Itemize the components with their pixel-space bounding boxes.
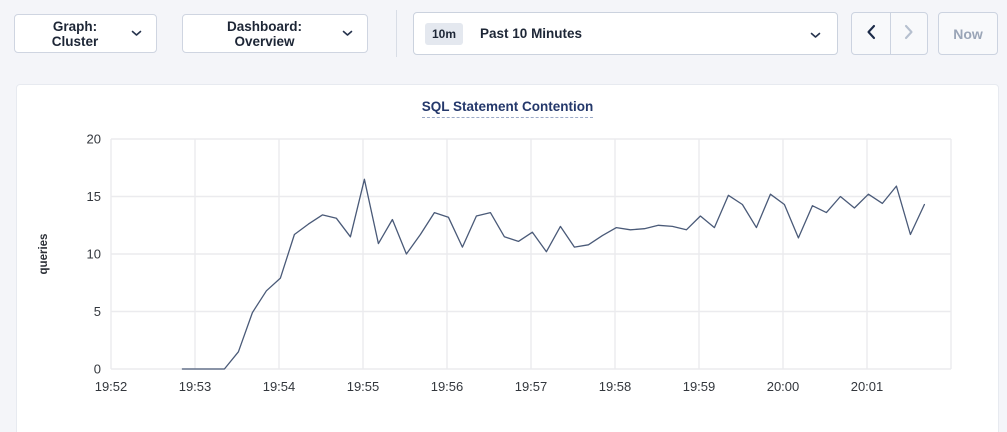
dashboard-screen: Graph: Cluster Dashboard: Overview 10m P… — [0, 0, 1007, 432]
x-tick-label: 19:54 — [263, 379, 296, 394]
x-tick-label: 19:58 — [599, 379, 632, 394]
y-tick-label: 15 — [87, 189, 101, 204]
time-range-badge: 10m — [425, 23, 463, 45]
chevron-down-icon — [342, 30, 353, 37]
time-range-selector[interactable]: 10m Past 10 Minutes — [413, 12, 838, 55]
chevron-down-icon — [810, 32, 821, 39]
x-tick-label: 19:55 — [347, 379, 380, 394]
x-tick-label: 19:57 — [515, 379, 548, 394]
y-tick-label: 0 — [94, 362, 101, 377]
chevron-left-icon — [866, 24, 876, 43]
x-tick-label: 20:00 — [767, 379, 800, 394]
sql-contention-line-chart[interactable]: 0 5 10 15 20 19:52 19:53 19:54 19:55 19:56 19:57 19… — [17, 85, 1000, 432]
x-tick-label: 19:53 — [179, 379, 212, 394]
now-button[interactable]: Now — [938, 12, 998, 55]
toolbar: Graph: Cluster Dashboard: Overview 10m P… — [0, 0, 1007, 72]
y-tick-label: 10 — [87, 247, 101, 262]
y-axis-label: queries — [38, 234, 50, 275]
x-tick-label: 20:01 — [851, 379, 884, 394]
next-time-button[interactable] — [890, 13, 928, 54]
chart-card: SQL Statement Contention 0510152019:5219… — [16, 84, 999, 432]
toolbar-divider — [396, 10, 397, 57]
graph-dropdown-label: Graph: Cluster — [29, 19, 121, 49]
y-tick-label: 5 — [94, 304, 101, 319]
chevron-down-icon — [131, 30, 142, 37]
previous-time-button[interactable] — [852, 13, 890, 54]
time-step-buttons — [851, 12, 928, 55]
x-tick-label: 19:59 — [683, 379, 716, 394]
x-tick-label: 19:56 — [431, 379, 464, 394]
graph-dropdown[interactable]: Graph: Cluster — [14, 14, 157, 53]
dashboard-dropdown[interactable]: Dashboard: Overview — [182, 14, 368, 53]
x-tick-label: 19:52 — [95, 379, 128, 394]
series-line-queries — [182, 179, 924, 369]
chevron-right-icon — [904, 24, 914, 43]
time-range-label: Past 10 Minutes — [480, 26, 582, 41]
y-tick-label: 20 — [87, 132, 101, 147]
dashboard-dropdown-label: Dashboard: Overview — [197, 19, 332, 49]
